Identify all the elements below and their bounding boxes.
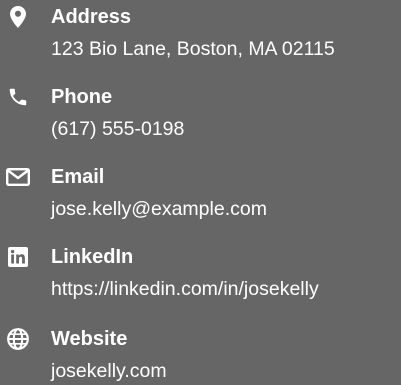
website-value[interactable]: josekelly.com <box>51 358 167 384</box>
email-label: Email <box>51 166 105 188</box>
website-label: Website <box>51 328 128 350</box>
linkedin-label: LinkedIn <box>51 246 134 268</box>
address-value: 123 Bio Lane, Boston, MA 02115 <box>51 38 335 60</box>
phone-icon <box>5 85 31 109</box>
phone-label: Phone <box>51 86 113 108</box>
phone-value[interactable]: (617) 555-0198 <box>51 116 184 142</box>
globe-icon <box>5 327 31 351</box>
contact-item-address: Address 123 Bio Lane, Boston, MA 02115 <box>0 3 401 63</box>
contact-item-website: Website josekelly.com <box>0 325 401 385</box>
linkedin-value[interactable]: https://linkedin.com/in/josekelly <box>51 276 319 302</box>
linkedin-icon <box>5 245 31 269</box>
contact-item-linkedin: LinkedIn https://linkedin.com/in/josekel… <box>0 243 401 303</box>
address-label: Address <box>51 6 132 28</box>
contact-list: Address 123 Bio Lane, Boston, MA 02115 P… <box>0 0 401 385</box>
contact-item-email: Email jose.kelly@example.com <box>0 163 401 223</box>
email-value[interactable]: jose.kelly@example.com <box>51 196 267 222</box>
envelope-icon <box>5 165 31 189</box>
contact-item-phone: Phone (617) 555-0198 <box>0 83 401 143</box>
map-marker-icon <box>5 5 31 29</box>
